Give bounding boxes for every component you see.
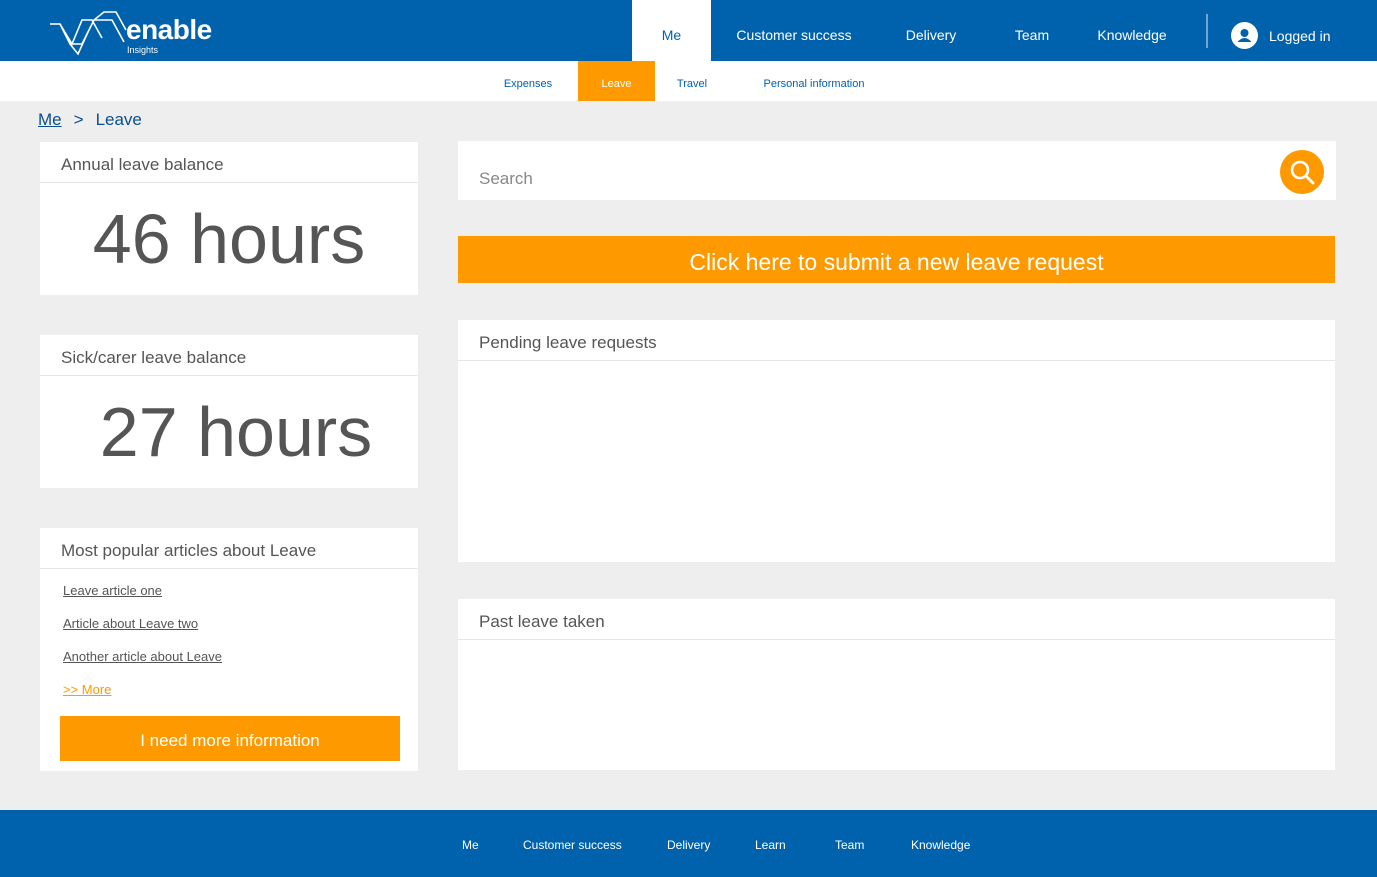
search-bar [458,141,1336,200]
search-icon [1290,160,1315,185]
sick-leave-title: Sick/carer leave balance [40,335,418,376]
breadcrumb: Me > Leave [38,110,142,130]
footer-nav-delivery[interactable]: Delivery [667,838,710,852]
nav-knowledge[interactable]: Knowledge [1079,0,1185,61]
sub-nav: Expenses Leave Travel Personal informati… [0,61,1377,101]
past-leave-title: Past leave taken [458,599,1335,640]
footer-nav-customer-success[interactable]: Customer success [523,838,622,852]
footer-nav-team[interactable]: Team [835,838,864,852]
breadcrumb-me[interactable]: Me [38,110,62,130]
annual-leave-value: 46 hours [92,200,366,278]
nav-me[interactable]: Me [632,0,711,61]
search-button[interactable] [1280,150,1324,194]
user-icon [1231,22,1258,49]
top-nav: Me Customer success Delivery Team Knowle… [632,0,1185,61]
logo-wordmark: enable [126,14,212,45]
subnav-expenses[interactable]: Expenses [495,61,561,101]
nav-team[interactable]: Team [985,0,1079,61]
nav-divider [1206,14,1208,48]
subnav-travel[interactable]: Travel [670,61,714,101]
top-header: enable Insights Me Customer success Deli… [0,0,1377,61]
pending-requests-title: Pending leave requests [458,320,1335,361]
enable-logo-icon [50,11,127,56]
popular-articles-title: Most popular articles about Leave [40,528,418,569]
footer-nav-me[interactable]: Me [462,838,479,852]
search-input[interactable] [479,169,1259,189]
nav-customer-success[interactable]: Customer success [711,0,877,61]
login-status[interactable]: Logged in [1231,22,1331,49]
article-link-1[interactable]: Leave article one [63,583,418,598]
popular-articles-card: Most popular articles about Leave Leave … [40,528,418,771]
login-label: Logged in [1269,27,1331,44]
more-articles-link[interactable]: >> More [63,682,418,697]
breadcrumb-separator: > [73,110,84,129]
subnav-leave[interactable]: Leave [578,61,655,101]
footer: Me Customer success Delivery Learn Team … [0,810,1377,877]
submit-leave-request-button[interactable]: Click here to submit a new leave request [458,236,1335,283]
breadcrumb-current: Leave [95,110,142,129]
sick-leave-value: 27 hours [99,393,373,471]
footer-nav-learn[interactable]: Learn [755,838,786,852]
more-information-button[interactable]: I need more information [60,716,400,761]
article-list: Leave article one Article about Leave tw… [40,569,418,697]
sick-leave-card: Sick/carer leave balance 27 hours [40,335,418,488]
enable-logo[interactable]: enable Insights [48,10,228,56]
footer-nav-knowledge[interactable]: Knowledge [911,838,970,852]
annual-leave-title: Annual leave balance [40,142,418,183]
pending-requests-card: Pending leave requests [458,320,1335,562]
nav-delivery[interactable]: Delivery [877,0,985,61]
past-leave-card: Past leave taken [458,599,1335,770]
annual-leave-card: Annual leave balance 46 hours [40,142,418,295]
logo-subtitle: Insights [127,45,159,55]
subnav-personal-information[interactable]: Personal information [750,61,878,101]
article-link-3[interactable]: Another article about Leave [63,649,418,664]
article-link-2[interactable]: Article about Leave two [63,616,418,631]
